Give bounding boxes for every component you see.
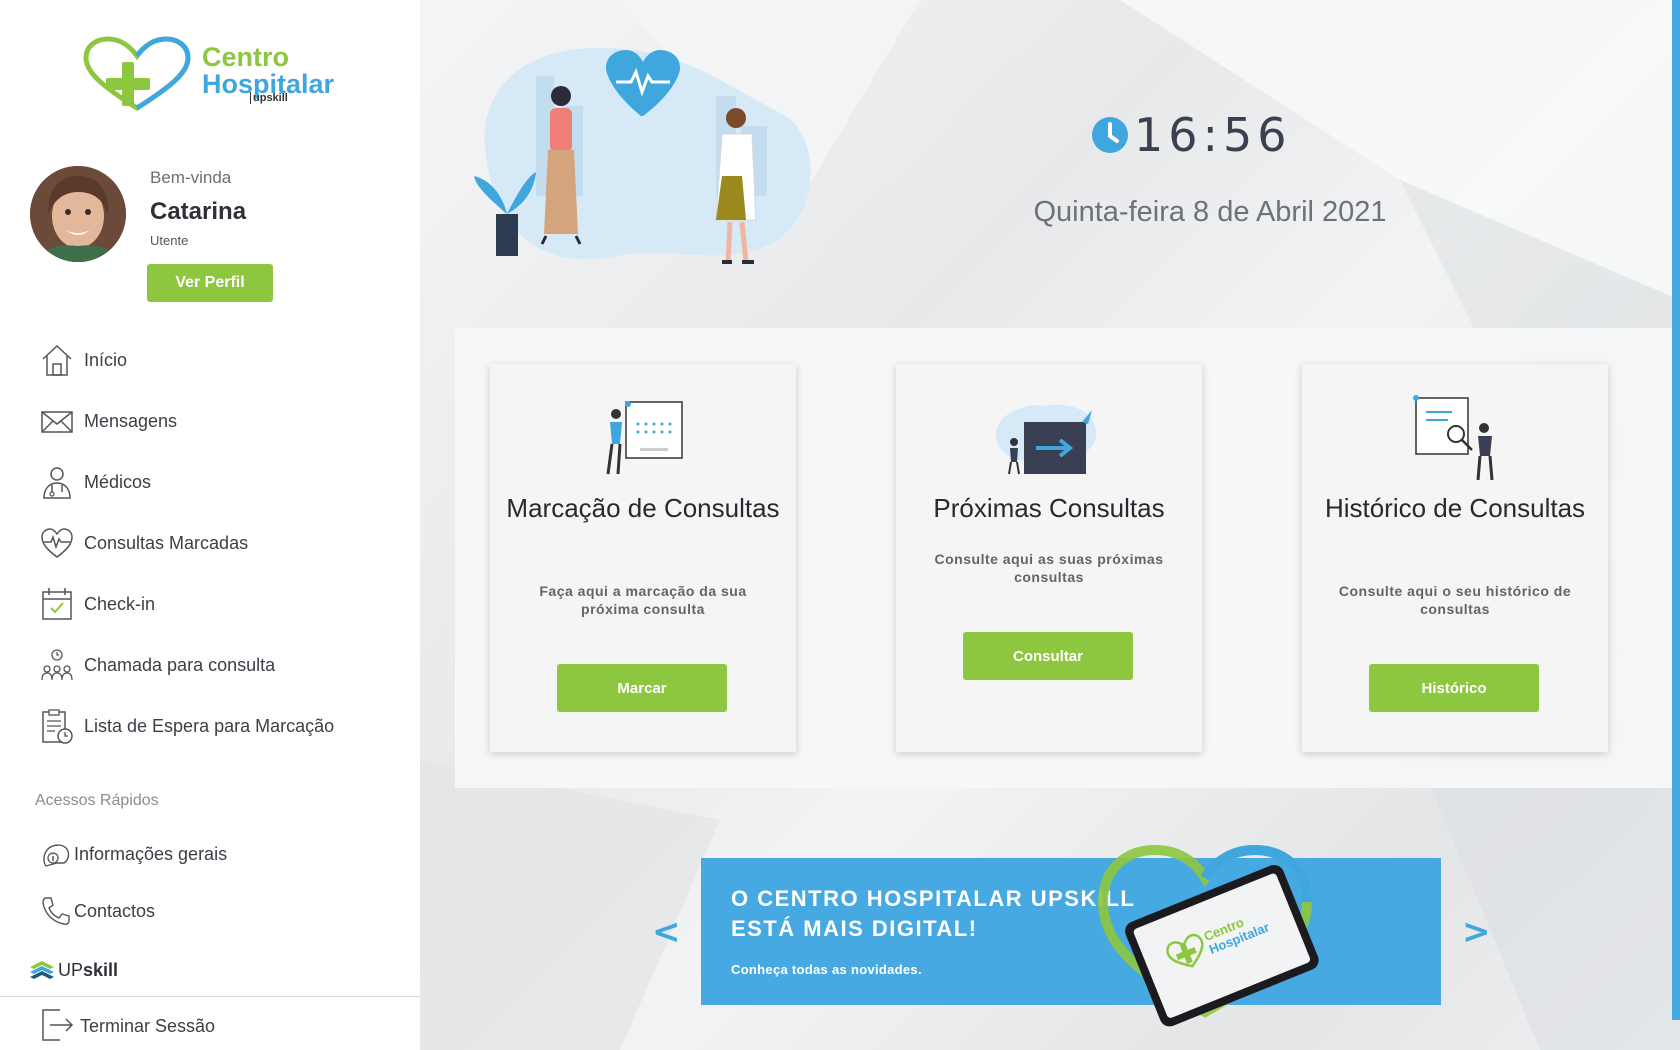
doctor-icon [40,464,74,500]
quick-access-title: Acessos Rápidos [35,792,159,809]
sidebar-item-inicio[interactable]: Início [40,340,400,380]
sidebar-item-lista-espera[interactable]: Lista de Espera para Marcação [40,706,400,746]
heart-cross-logo-icon [83,36,191,111]
user-name: Catarina [150,198,247,225]
upskill-logo[interactable]: UPskill [30,960,118,981]
card-title: Próximas Consultas [933,493,1165,523]
quick-item-contactos[interactable]: Contactos [40,893,155,929]
sidebar: Centro Hospitalar upskill Bem-vinda Cata… [0,0,420,1050]
sidebar-item-label: Consultas Marcadas [84,532,249,553]
sidebar-item-medicos[interactable]: Médicos [40,462,400,502]
logout-icon [40,1006,74,1047]
sidebar-item-label: Mensagens [84,410,178,431]
view-profile-button[interactable]: Ver Perfil [147,264,273,302]
book-appointment-button[interactable]: Marcar [557,664,727,712]
greeting-text: Bem-vinda [150,168,232,187]
heart-pulse-icon [40,525,74,561]
card-title: Histórico de Consultas [1324,493,1586,523]
logout-label: Terminar Sessão [80,1016,216,1036]
sidebar-item-label: Chamada para consulta [84,654,276,675]
carousel-prev-button[interactable]: < [652,912,681,952]
scrollbar[interactable] [1672,0,1680,1020]
banner-tablet-art: Centro Hospitalar [1095,832,1335,1032]
card-historico: Histórico de Consultas Consulte aqui o s… [1302,364,1608,752]
clock: 16:56 [1090,108,1292,162]
card-proximas: Próximas Consultas Consulte aqui as suas… [896,364,1202,752]
user-photo [30,166,126,262]
sidebar-item-label: Check-in [84,593,156,614]
quick-item-label: Contactos [74,900,156,921]
history-search-illustration [1413,395,1494,481]
sidebar-item-consultas-marcadas[interactable]: Consultas Marcadas [40,523,400,563]
clipboard-clock-icon [40,708,74,744]
phone-icon [40,895,72,927]
user-role: Utente [150,233,189,248]
envelope-icon [40,403,74,439]
card-title: Marcação de Consultas [506,493,780,523]
quick-item-label: Informações gerais [74,843,228,864]
logo-line-3: upskill [250,92,288,104]
card-marcacao: Marcação de Consultas Faça aqui a marcaç… [490,364,796,752]
sidebar-item-mensagens[interactable]: Mensagens [40,401,400,441]
waiting-room-icon [40,647,74,683]
card-description: Faça aqui a marcação da sua próxima cons… [539,583,747,617]
upcoming-appointments-illustration [996,404,1096,475]
calendar-check-icon [40,586,74,622]
current-date: Quinta-feira 8 de Abril 2021 [1033,196,1387,228]
avatar[interactable] [30,166,126,262]
upskill-suffix: skill [83,960,119,980]
calendar-booking-illustration [606,401,683,475]
sidebar-item-label: Lista de Espera para Marcação [84,715,335,736]
view-upcoming-button[interactable]: Consultar [963,632,1133,680]
card-description: Consulte aqui o seu histórico de consult… [1338,583,1572,617]
banner-title: O CENTRO HOSPITALAR UPSKILL ESTÁ MAIS DI… [731,886,1135,941]
card-description: Consulte aqui as suas próximas consultas [934,551,1164,585]
quick-item-info[interactable]: Informações gerais [40,836,227,872]
hero-illustration [474,47,811,264]
upskill-wordmark: UPskill [58,960,118,981]
tablet-heart-illustration: Centro Hospitalar [1097,844,1319,1027]
upskill-prefix: UP [58,960,84,980]
view-history-button[interactable]: Histórico [1369,664,1539,712]
info-icon [40,838,72,870]
carousel-next-button[interactable]: > [1462,912,1491,952]
upskill-mark-icon [30,960,54,979]
clock-time: 16:56 [1134,108,1292,162]
main-content: 16:56 Quinta-feira 8 de Abril 2021 Marca… [420,0,1680,1050]
hospital-logo[interactable]: Centro Hospitalar upskill [82,36,342,114]
sidebar-divider [0,996,420,997]
cards-panel: Marcação de Consultas Faça aqui a marcaç… [455,328,1680,788]
clock-icon [1092,117,1128,153]
banner-subtitle: Conheça todas as novidades. [731,962,922,977]
sidebar-item-check-in[interactable]: Check-in [40,584,400,624]
sidebar-item-label: Médicos [84,471,152,492]
logo-wordmark: Centro Hospitalar [202,44,334,98]
sidebar-item-label: Início [84,349,128,370]
logo-line-1: Centro [202,42,289,72]
sidebar-item-chamada[interactable]: Chamada para consulta [40,645,400,685]
home-icon [40,342,74,378]
logout-button[interactable]: Terminar Sessão [40,1006,215,1047]
